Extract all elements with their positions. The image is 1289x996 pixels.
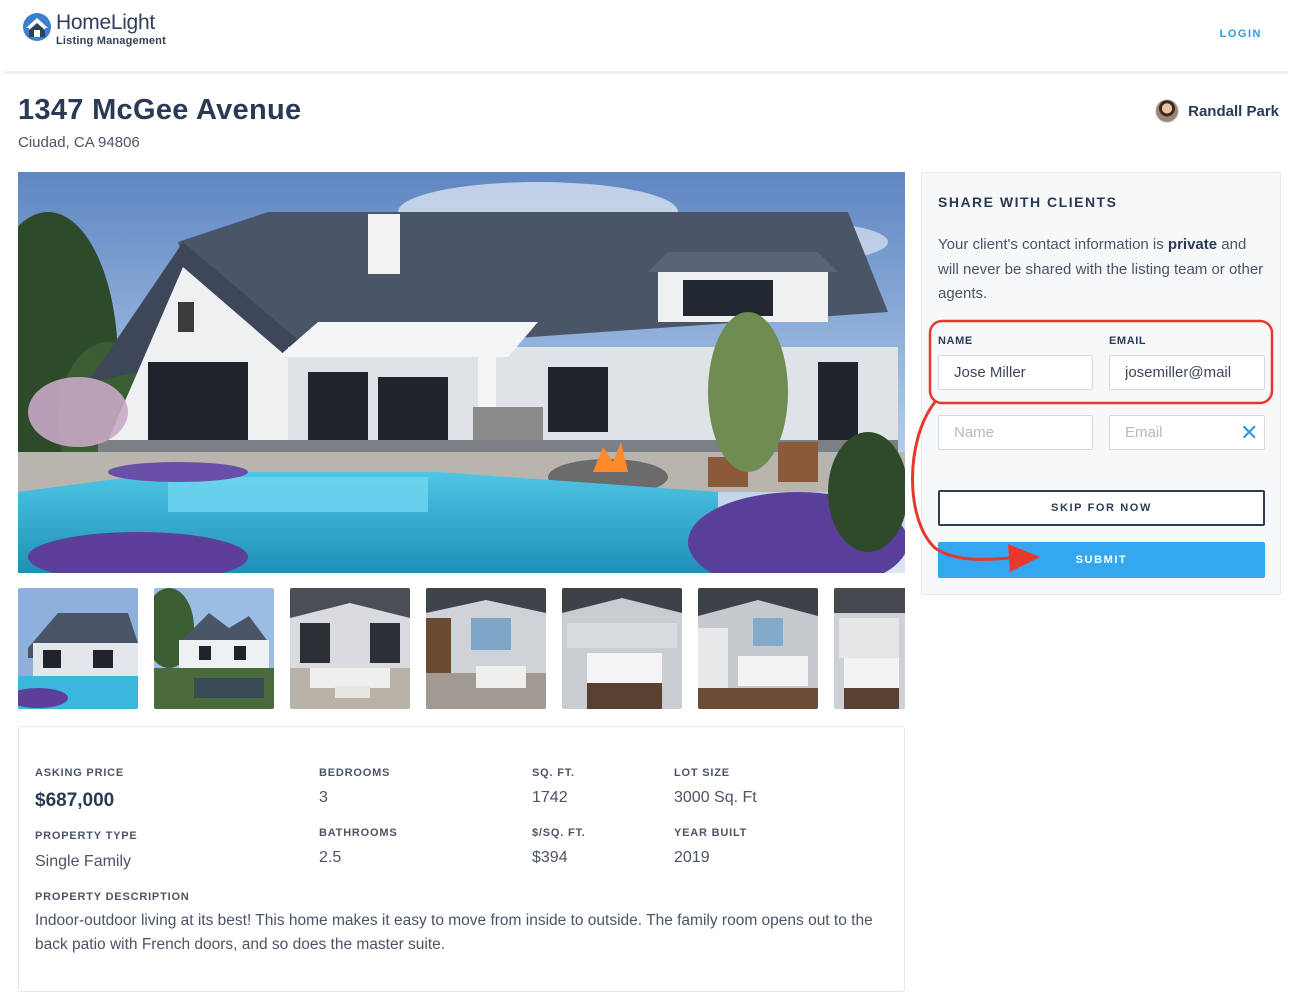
thumbnail-image [426, 588, 546, 709]
thumbnail-5[interactable] [562, 588, 682, 709]
top-header: HomeLight Listing Management LOGIN [4, 0, 1288, 74]
bedrooms-value: 3 [319, 789, 328, 806]
agent-name: Randall Park [1188, 102, 1279, 120]
listing-title: 1347 McGee Avenue [18, 94, 302, 126]
property-description-text: Indoor-outdoor living at its best! This … [35, 912, 873, 953]
client-name-input-2[interactable] [938, 415, 1093, 450]
asking-price-label: ASKING PRICE [35, 767, 125, 779]
price-per-sqft-label: $/SQ. FT. [532, 827, 586, 839]
thumbnail-image [834, 588, 905, 709]
brand-name: HomeLight [56, 11, 155, 34]
homelight-logo[interactable]: HomeLight Listing Management [22, 12, 166, 47]
client-name-input-1[interactable] [938, 355, 1093, 390]
price-per-sqft-value: $394 [532, 849, 568, 866]
year-built-value: 2019 [674, 849, 710, 866]
bedrooms-label: BEDROOMS [319, 767, 391, 779]
lot-size-value: 3000 Sq. Ft [674, 789, 757, 806]
thumbnail-4[interactable] [426, 588, 546, 709]
house-logo-icon [23, 13, 51, 41]
sqft-value: 1742 [532, 789, 568, 806]
login-link[interactable]: LOGIN [1220, 28, 1262, 40]
privacy-notice: Your client's contact information is pri… [938, 233, 1268, 307]
thumbnail-image [698, 588, 818, 709]
agent-avatar [1155, 99, 1180, 123]
brand-subtitle: Listing Management [56, 35, 166, 47]
thumbnail-image [290, 588, 410, 709]
thumbnail-1[interactable] [18, 588, 138, 709]
name-field-label: NAME [938, 335, 973, 347]
thumbnail-6[interactable] [698, 588, 818, 709]
share-panel-title: SHARE WITH CLIENTS [938, 194, 1118, 210]
agent-profile[interactable]: Randall Park [1155, 99, 1279, 123]
client-email-input-1[interactable] [1109, 355, 1265, 390]
submit-button[interactable]: SUBMIT [938, 542, 1265, 578]
year-built-label: YEAR BUILT [674, 827, 748, 839]
thumbnail-image [18, 588, 138, 709]
house-exterior-image [18, 172, 905, 573]
email-field-label: EMAIL [1109, 335, 1147, 347]
listing-address: Ciudad, CA 94806 [18, 134, 140, 151]
lot-size-label: LOT SIZE [674, 767, 730, 779]
property-type-value: Single Family [35, 853, 132, 870]
thumbnail-7[interactable] [834, 588, 905, 709]
thumbnail-image [154, 588, 274, 709]
thumbnail-3[interactable] [290, 588, 410, 709]
asking-price-value: $687,000 [35, 790, 115, 811]
sqft-label: SQ. FT. [532, 767, 575, 779]
photo-thumbnails [18, 588, 905, 709]
bathrooms-value: 2.5 [319, 849, 342, 866]
thumbnail-2[interactable] [154, 588, 274, 709]
hero-photo[interactable] [18, 172, 905, 573]
bathrooms-label: BATHROOMS [319, 827, 398, 839]
skip-for-now-button[interactable]: SKIP FOR NOW [938, 490, 1265, 526]
property-type-label: PROPERTY TYPE [35, 830, 138, 842]
property-description-label: PROPERTY DESCRIPTION [35, 891, 190, 903]
privacy-notice-start: Your client's contact information is [938, 236, 1168, 253]
thumbnail-image [562, 588, 682, 709]
clear-row-icon[interactable]: ✕ [1240, 422, 1258, 444]
property-details-card: ASKING PRICE $687,000 BEDROOMS 3 SQ. FT.… [18, 726, 905, 992]
share-with-clients-panel: SHARE WITH CLIENTS Your client's contact… [921, 172, 1281, 595]
privacy-notice-emphasis: private [1167, 236, 1218, 253]
